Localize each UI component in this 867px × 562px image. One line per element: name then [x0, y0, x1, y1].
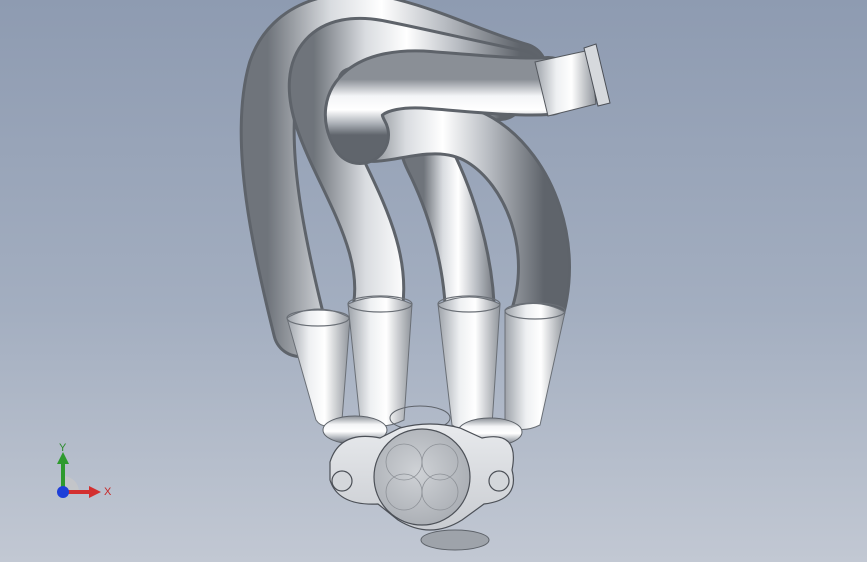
slip-joints: [286, 295, 566, 431]
graphics-viewport[interactable]: Y X: [0, 0, 867, 562]
inlet-flange: [329, 423, 514, 531]
triad-z-axis: [57, 486, 69, 498]
flange-bolt-hole-right: [488, 470, 510, 492]
flange-bolt-hole-left: [331, 470, 353, 492]
triad-x-label: X: [104, 486, 112, 498]
coordinate-triad: Y X: [44, 440, 124, 510]
triad-y-label: Y: [59, 442, 67, 454]
exhaust-header-model[interactable]: [0, 0, 867, 562]
flange-bore: [373, 428, 471, 526]
